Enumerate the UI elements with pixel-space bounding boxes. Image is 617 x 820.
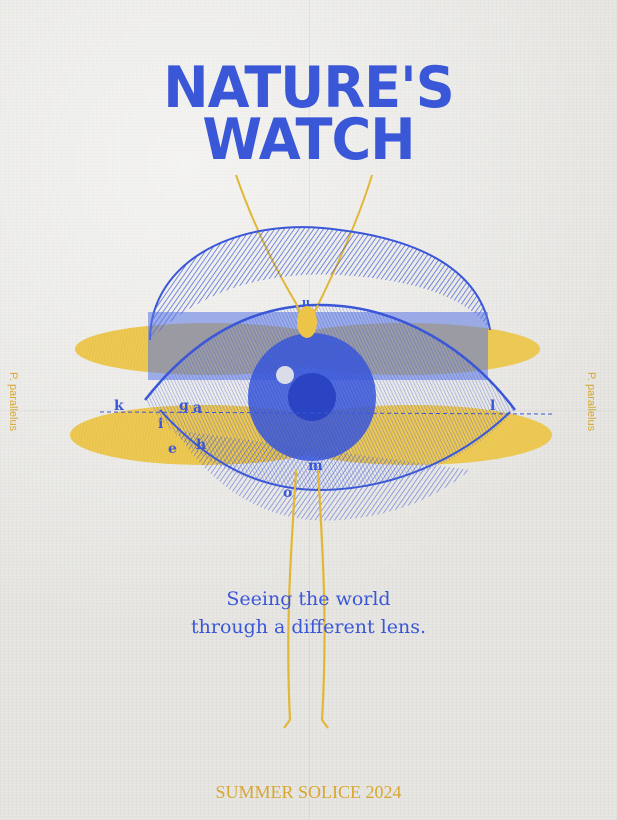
label-k: k	[114, 398, 124, 414]
label-h: h	[196, 437, 207, 453]
label-l: l	[490, 398, 496, 414]
label-e: e	[168, 441, 177, 457]
event-footer: SUMMER SOLICE 2024	[215, 782, 402, 802]
tagline-line-1: Seeing the world	[226, 588, 391, 610]
tagline-line-2: through a different lens.	[190, 616, 426, 638]
tagline: Seeing the world through a different len…	[0, 585, 617, 641]
label-i: i	[158, 416, 164, 432]
label-u: u	[302, 296, 310, 309]
label-g: g	[179, 398, 189, 414]
label-a: a	[193, 400, 203, 416]
diagram-labels: k g a i e h u m o l	[0, 0, 617, 820]
label-o: o	[283, 485, 293, 501]
label-m: m	[308, 458, 323, 474]
poster: NATURE'S WATCH P. parallelus P. parallel…	[0, 0, 617, 820]
